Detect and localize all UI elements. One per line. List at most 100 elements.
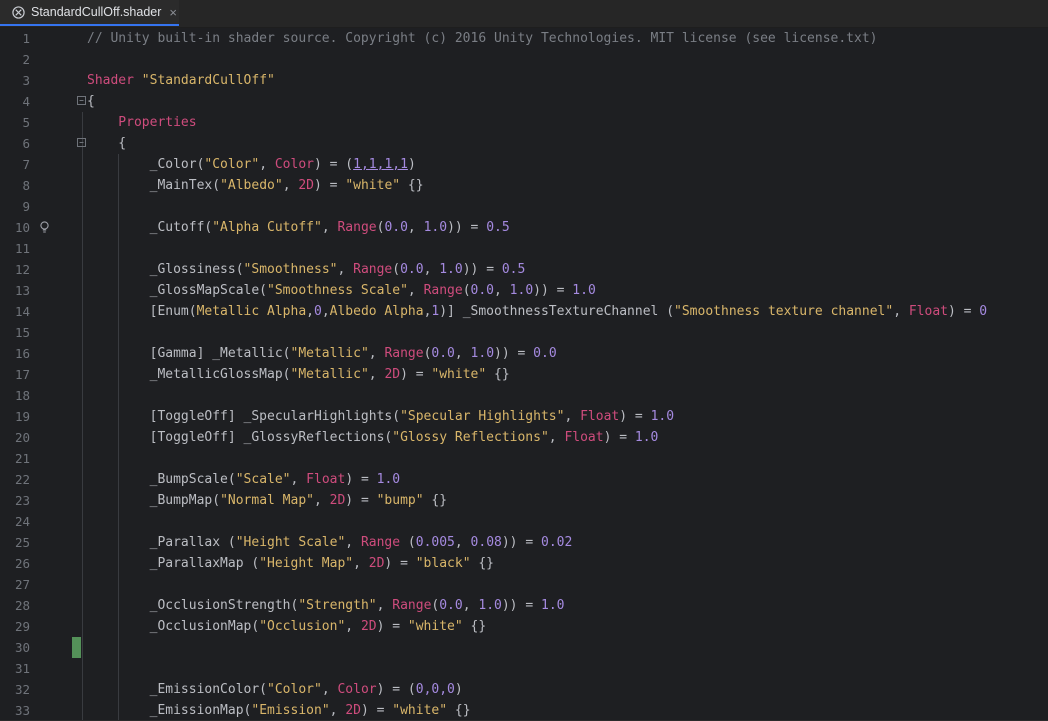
code-token: 0.0 bbox=[439, 598, 463, 613]
code-token: , bbox=[282, 178, 299, 193]
code-line[interactable]: 32 _EmissionColor("Color", Color) = (0,0… bbox=[0, 679, 1048, 700]
code-token: 0.02 bbox=[541, 535, 573, 550]
code-line[interactable]: 4{ bbox=[0, 91, 1048, 112]
code-token: ) = bbox=[360, 703, 393, 718]
code-token: 1.0 bbox=[423, 220, 448, 235]
line-number: 2 bbox=[22, 52, 30, 67]
code-token: 0.0 bbox=[384, 220, 408, 235]
code-token: "Smoothness Scale" bbox=[267, 283, 408, 298]
code-line[interactable]: 21 bbox=[0, 448, 1048, 469]
line-number: 31 bbox=[14, 661, 30, 676]
line-number: 21 bbox=[14, 451, 30, 466]
code-line[interactable]: 25 _Parallax ("Height Scale", Range (0.0… bbox=[0, 532, 1048, 553]
code-line[interactable]: 31 bbox=[0, 658, 1048, 679]
code-token: ( bbox=[400, 535, 416, 550]
code-token: "Metallic" bbox=[290, 346, 369, 361]
code-token: Range bbox=[423, 283, 463, 298]
code-token: _Glossiness( bbox=[87, 262, 244, 277]
code-editor[interactable]: 1 // Unity built-in shader source. Copyri… bbox=[0, 28, 1048, 720]
unity-icon bbox=[12, 5, 25, 19]
code-token: , bbox=[368, 367, 385, 382]
fold-icon[interactable] bbox=[77, 138, 86, 147]
code-line[interactable]: 29 _OcclusionMap("Occlusion", 2D) = "whi… bbox=[0, 616, 1048, 637]
code-line[interactable]: 8 _MainTex("Albedo", 2D) = "white" {} bbox=[0, 175, 1048, 196]
code-line[interactable]: 12 _Glossiness("Smoothness", Range(0.0, … bbox=[0, 259, 1048, 280]
code-line[interactable]: 15 bbox=[0, 322, 1048, 343]
code-token: "Height Scale" bbox=[235, 535, 346, 550]
code-line[interactable]: 6 { bbox=[0, 133, 1048, 154]
code-token: 0.0 bbox=[470, 283, 495, 298]
code-token: 2D bbox=[360, 619, 377, 634]
line-number: 1 bbox=[22, 31, 30, 46]
line-number: 14 bbox=[14, 304, 30, 319]
code-line[interactable]: 17 _MetallicGlossMap("Metallic", 2D) = "… bbox=[0, 364, 1048, 385]
code-line[interactable]: 1 // Unity built-in shader source. Copyri… bbox=[0, 28, 1048, 49]
code-line[interactable]: 16 [Gamma] _Metallic("Metallic", Range(0… bbox=[0, 343, 1048, 364]
code-line[interactable]: 14 [Enum(Metallic Alpha,0,Albedo Alpha,1… bbox=[0, 301, 1048, 322]
code-token: , bbox=[494, 283, 510, 298]
code-token: Range bbox=[392, 598, 432, 613]
code-token: , bbox=[407, 283, 424, 298]
code-line[interactable]: 26 _ParallaxMap ("Height Map", 2D) = "bl… bbox=[0, 553, 1048, 574]
code-line[interactable]: 7 _Color("Color", Color) = (1,1,1,1) bbox=[0, 154, 1048, 175]
code-token: )) = bbox=[501, 598, 541, 613]
code-token: "black" bbox=[415, 556, 471, 571]
line-number: 27 bbox=[14, 577, 30, 592]
fold-icon[interactable] bbox=[77, 96, 86, 105]
tab-standardculloff-shader[interactable]: StandardCullOff.shader × bbox=[0, 0, 179, 26]
close-icon[interactable]: × bbox=[169, 5, 177, 20]
code-line[interactable]: 27 bbox=[0, 574, 1048, 595]
line-number: 24 bbox=[14, 514, 30, 529]
line-number: 17 bbox=[14, 367, 30, 382]
code-line[interactable]: 33 _EmissionMap("Emission", 2D) = "white… bbox=[0, 700, 1048, 721]
code-text: _BumpMap("Normal Map", 2D) = "bump" {} bbox=[87, 490, 447, 511]
code-line[interactable]: 13 _GlossMapScale("Smoothness Scale", Ra… bbox=[0, 280, 1048, 301]
code-token: [Gamma] _Metallic( bbox=[87, 346, 291, 361]
code-token: ) = bbox=[619, 409, 651, 424]
code-line[interactable]: 11 bbox=[0, 238, 1048, 259]
code-line[interactable]: 18 bbox=[0, 385, 1048, 406]
code-line[interactable]: 10 _Cutoff("Alpha Cutoff", Range(0.0, 1.… bbox=[0, 217, 1048, 238]
code-line[interactable]: 3 Shader "StandardCullOff" bbox=[0, 70, 1048, 91]
code-line[interactable]: 28 _OcclusionStrength("Strength", Range(… bbox=[0, 595, 1048, 616]
code-line[interactable]: 22 _BumpScale("Scale", Float) = 1.0 bbox=[0, 469, 1048, 490]
code-token: 0.5 bbox=[501, 262, 526, 277]
code-token: _EmissionColor( bbox=[87, 682, 268, 697]
code-token: {} bbox=[486, 367, 510, 382]
code-text: _BumpScale("Scale", Float) = 1.0 bbox=[87, 469, 401, 490]
code-token: Properties bbox=[87, 115, 197, 130]
code-token: ) = bbox=[400, 367, 432, 382]
code-token: "StandardCullOff" bbox=[141, 73, 275, 88]
code-token: , bbox=[321, 304, 330, 319]
code-token: _Parallax ( bbox=[87, 535, 236, 550]
code-line[interactable]: 19 [ToggleOff] _SpecularHighlights("Spec… bbox=[0, 406, 1048, 427]
code-token: , bbox=[454, 535, 471, 550]
lightbulb-icon[interactable] bbox=[39, 221, 50, 234]
code-token: ) bbox=[454, 682, 463, 697]
line-number: 13 bbox=[14, 283, 30, 298]
code-token: ) bbox=[407, 157, 416, 172]
code-line[interactable]: 2 bbox=[0, 49, 1048, 70]
code-token: ( bbox=[392, 262, 401, 277]
code-token: ) = bbox=[345, 472, 377, 487]
code-token: 0.0 bbox=[400, 262, 424, 277]
code-token: Metallic Alpha bbox=[196, 304, 307, 319]
code-token: _MetallicGlossMap( bbox=[87, 367, 291, 382]
code-line[interactable]: 9 bbox=[0, 196, 1048, 217]
code-line[interactable]: 23 _BumpMap("Normal Map", 2D) = "bump" {… bbox=[0, 490, 1048, 511]
code-token: )) = bbox=[447, 220, 487, 235]
code-text: _Glossiness("Smoothness", Range(0.0, 1.0… bbox=[87, 259, 526, 280]
code-text: Properties bbox=[87, 112, 197, 133]
code-token: Range bbox=[337, 220, 377, 235]
code-line[interactable]: 24 bbox=[0, 511, 1048, 532]
code-line[interactable]: 20 [ToggleOff] _GlossyReflections("Gloss… bbox=[0, 427, 1048, 448]
line-number: 5 bbox=[22, 115, 30, 130]
code-line[interactable]: 30 bbox=[0, 637, 1048, 658]
code-line[interactable]: 5 Properties bbox=[0, 112, 1048, 133]
code-token: 1.0 bbox=[439, 262, 463, 277]
code-token: 0 bbox=[313, 304, 322, 319]
change-marker[interactable] bbox=[72, 637, 81, 658]
code-token: { bbox=[87, 94, 95, 109]
code-token: "Normal Map" bbox=[220, 493, 314, 508]
code-token: {} bbox=[447, 703, 471, 718]
